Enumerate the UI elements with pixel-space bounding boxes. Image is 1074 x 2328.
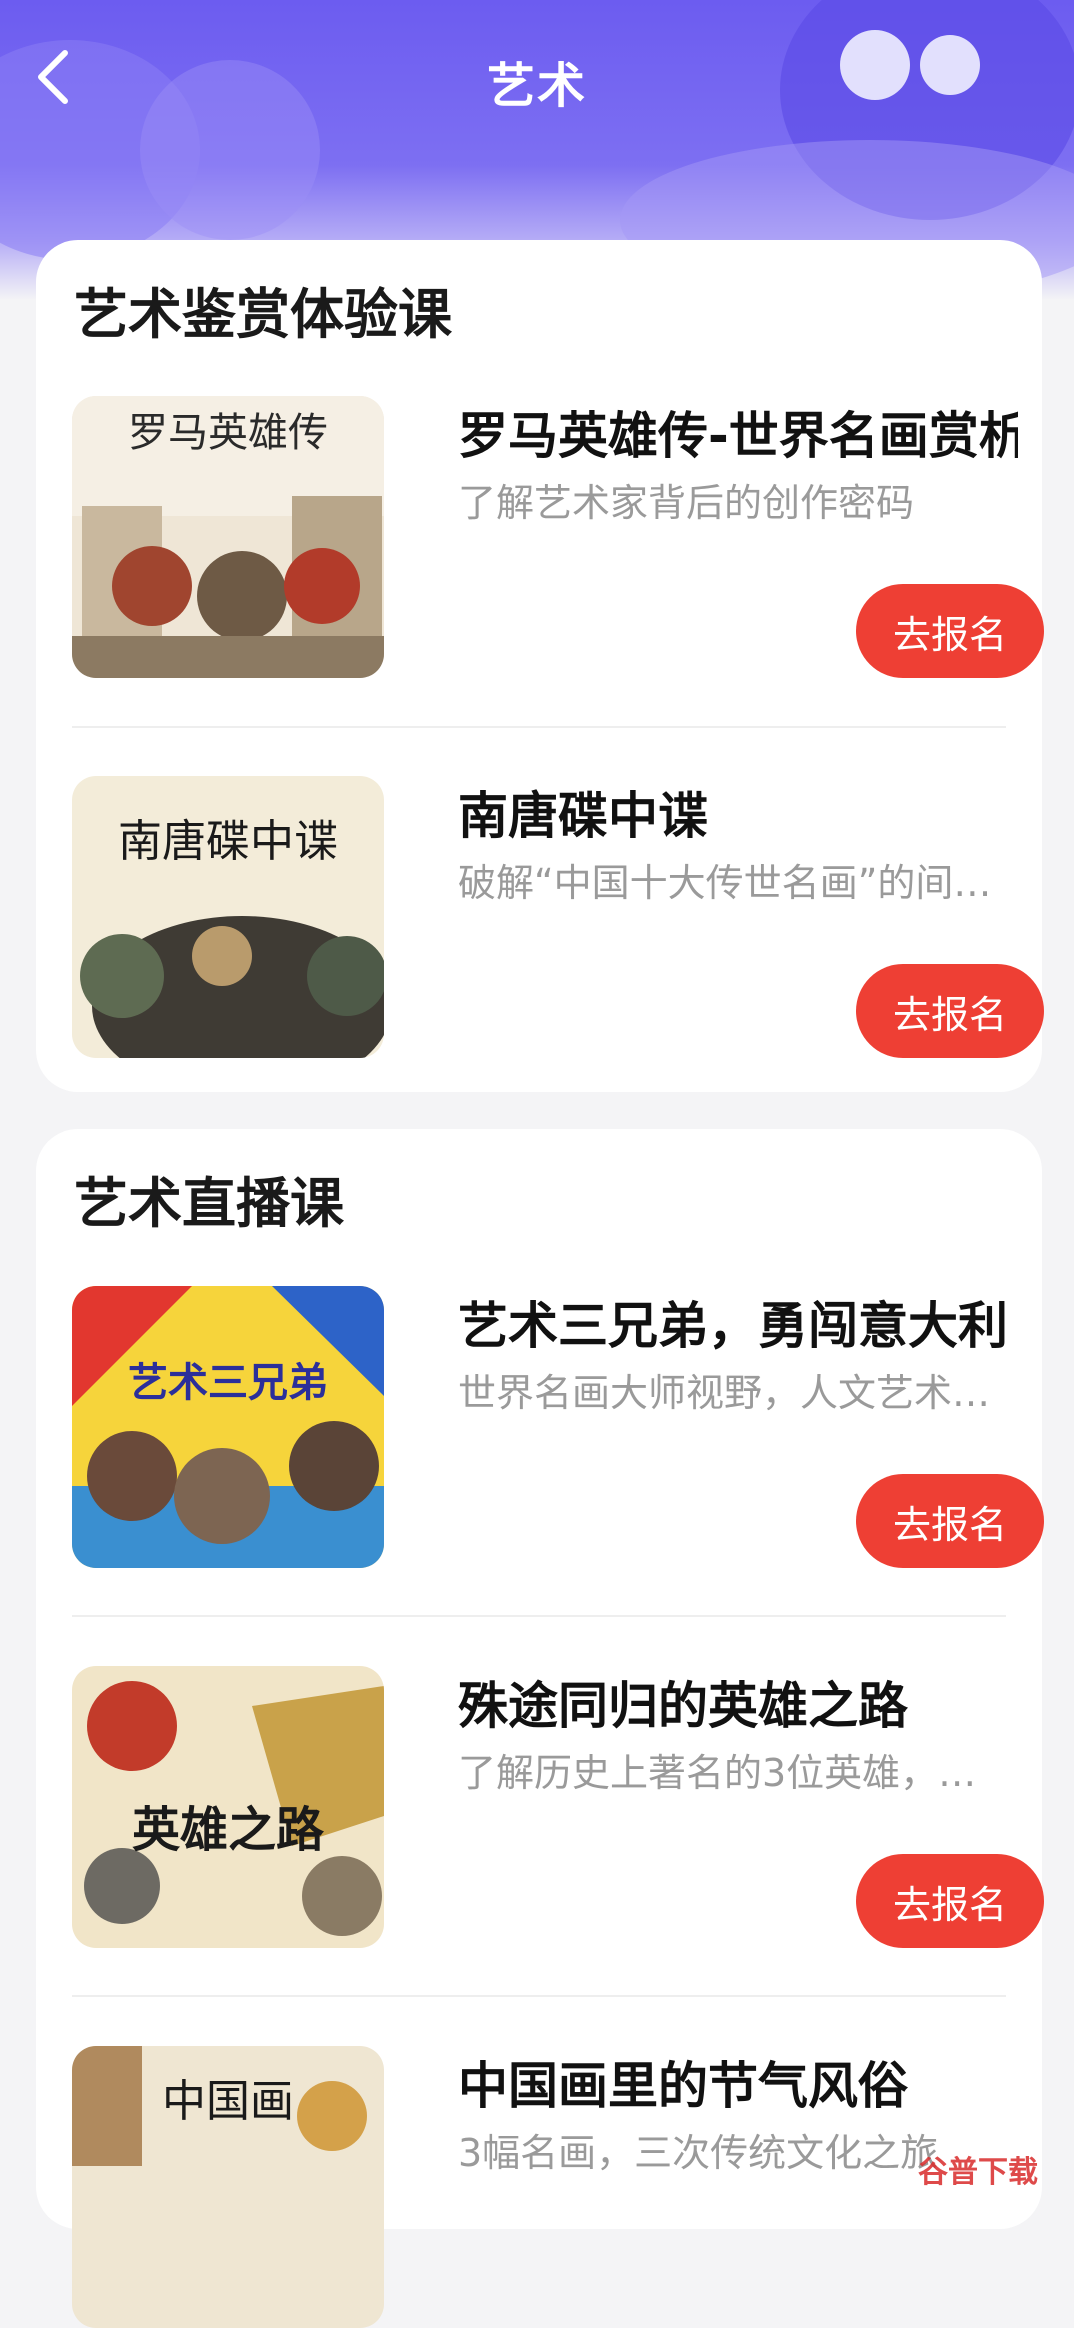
enroll-button[interactable]: 去报名 — [856, 964, 1044, 1058]
divider — [72, 1615, 1006, 1617]
watermark: 谷普下载 — [918, 2155, 1038, 2190]
course-item[interactable]: 英雄之路 殊途同归的英雄之路 了解历史上著名的3位英雄，… 去报名 — [72, 1666, 1044, 1948]
course-title: 殊途同归的英雄之路 — [458, 1677, 908, 1735]
course-description: 世界名画大师视野，人文艺术… — [458, 1371, 991, 1415]
section-card-live: 艺术直播课 艺术三兄弟 艺术三兄弟，勇闯意大利 世界名画大师视野，人文艺术… 去… — [36, 1129, 1044, 2328]
divider — [72, 726, 1006, 728]
course-cover: 艺术三兄弟 — [72, 1286, 384, 1568]
cover-title: 罗马英雄传 — [128, 410, 328, 456]
course-item[interactable]: 南唐碟中谍 南唐碟中谍 破解“中国十大传世名画”的间… 去报名 — [72, 776, 1044, 1058]
course-item[interactable]: 罗马英雄传 罗马英雄传-世界名画赏析 了解艺术家背后的创作密码 去报名 — [72, 396, 1044, 678]
course-description: 破解“中国十大传世名画”的间… — [458, 861, 992, 905]
course-item[interactable]: 艺术三兄弟 艺术三兄弟，勇闯意大利 世界名画大师视野，人文艺术… 去报名 — [72, 1286, 1044, 1568]
course-cover: 南唐碟中谍 — [72, 776, 384, 1058]
enroll-button[interactable]: 去报名 — [856, 1854, 1044, 1948]
cover-title: 中国画 — [162, 2076, 294, 2127]
enroll-button[interactable]: 去报名 — [856, 1474, 1044, 1568]
cover-title: 艺术三兄弟 — [128, 1360, 328, 1406]
page-title: 艺术 — [486, 58, 587, 114]
course-title: 中国画里的节气风俗 — [458, 2057, 908, 2115]
course-item[interactable]: 中国画 中国画里的节气风俗 3幅名画，三次传统文化之旅 — [72, 2046, 1006, 2328]
course-title: 南唐碟中谍 — [458, 787, 708, 845]
course-title: 罗马英雄传-世界名画赏析 — [458, 407, 1018, 465]
section-title: 艺术鉴赏体验课 — [74, 283, 452, 346]
course-description: 了解艺术家背后的创作密码 — [458, 481, 915, 525]
section-title: 艺术直播课 — [74, 1172, 344, 1235]
section-card-appreciation: 艺术鉴赏体验课 罗马英雄传 罗马英雄传-世界名画赏析 了解艺术家背后的创作密码 … — [36, 240, 1044, 1092]
course-cover: 罗马英雄传 — [72, 396, 384, 678]
course-cover: 英雄之路 — [72, 1666, 384, 1948]
divider — [72, 1995, 1006, 1997]
enroll-button[interactable]: 去报名 — [856, 584, 1044, 678]
cover-title: 英雄之路 — [132, 1802, 325, 1858]
course-cover: 中国画 — [72, 2046, 384, 2328]
cover-title: 南唐碟中谍 — [118, 816, 338, 867]
course-description: 了解历史上著名的3位英雄，… — [458, 1751, 977, 1795]
course-title: 艺术三兄弟，勇闯意大利 — [458, 1297, 1008, 1355]
